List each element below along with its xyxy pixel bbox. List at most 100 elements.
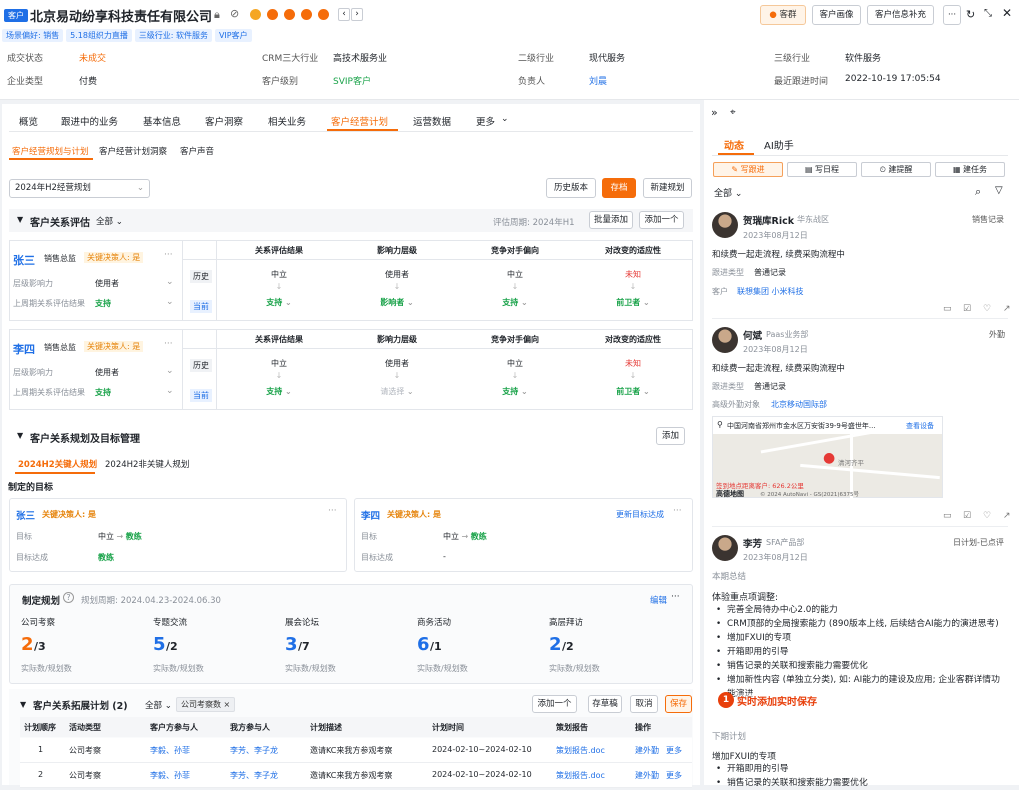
field-value[interactable]: 支持 — [95, 298, 111, 309]
table-cell[interactable]: 李毅、孙菲 — [150, 770, 190, 781]
mgmt-add-button[interactable]: 添加 — [656, 427, 685, 445]
cancel-button[interactable]: 取消 — [630, 695, 658, 713]
compress-icon[interactable]: ⤡ — [984, 8, 992, 19]
subtab-0[interactable]: 客户经营规划与计划 — [12, 145, 89, 157]
new-plan-button[interactable]: 新建规划 — [643, 178, 692, 198]
comment-icon[interactable]: ▭ — [943, 304, 952, 314]
tab-2[interactable]: 基本信息 — [143, 114, 181, 128]
more-icon[interactable]: ··· — [943, 5, 961, 25]
table-cell[interactable]: 李芳、李子龙 — [230, 770, 278, 781]
table-cell[interactable]: 策划报告.doc — [556, 745, 605, 756]
table-cell[interactable]: 李毅、孙菲 — [150, 745, 190, 756]
eval-filter[interactable]: 全部 ⌄ — [96, 215, 123, 227]
tab-ai-assistant[interactable]: AI助手 — [764, 137, 794, 152]
expand-add-button[interactable]: 添加一个 — [532, 695, 577, 713]
current-select[interactable]: 请选择 ⌄ — [357, 386, 437, 397]
share-icon[interactable] — [301, 9, 312, 20]
share-icon[interactable]: ↗ — [1003, 511, 1011, 521]
tab-activity[interactable]: 动态 — [724, 137, 744, 152]
current-select[interactable]: 前卫者 ⌄ — [593, 297, 673, 308]
refresh-icon[interactable]: ↻ — [966, 8, 975, 21]
tab-6[interactable]: 运营数据 — [413, 114, 451, 128]
like-icon[interactable]: ♡ — [983, 511, 991, 521]
avatar[interactable] — [712, 327, 738, 353]
current-select[interactable]: 支持 ⌄ — [475, 386, 555, 397]
coin-icon[interactable] — [318, 9, 329, 20]
current-select[interactable]: 支持 ⌄ — [475, 297, 555, 308]
search-icon[interactable]: ⌕ — [975, 185, 981, 199]
field-value[interactable]: 使用者 — [95, 367, 119, 378]
action-button-2[interactable]: ⏲ 建提醒 — [861, 162, 931, 177]
weibo-icon[interactable] — [267, 9, 278, 20]
location-icon[interactable] — [250, 9, 261, 20]
more-icon[interactable]: ··· — [164, 339, 173, 349]
tag-icon[interactable]: ⊘ — [230, 7, 239, 20]
field-value[interactable]: 使用者 — [95, 278, 119, 289]
tab-3[interactable]: 客户洞察 — [205, 114, 243, 128]
poster-name[interactable]: 李芳 — [743, 536, 762, 550]
action-button-1[interactable]: ▤ 写日程 — [787, 162, 857, 177]
funnel-icon[interactable]: ▽ — [995, 185, 1003, 196]
table-cell[interactable]: 策划报告.doc — [556, 770, 605, 781]
subtab-2[interactable]: 客户声音 — [180, 145, 214, 157]
poster-name[interactable]: 何斌 — [743, 328, 762, 342]
more-link[interactable]: 更多 — [666, 745, 682, 756]
filter-chip[interactable]: 公司考察数 × — [176, 697, 236, 712]
current-select[interactable]: 影响者 ⌄ — [357, 297, 437, 308]
collapse-icon[interactable]: ▼ — [20, 700, 26, 709]
field-value[interactable]: 支持 — [95, 387, 111, 398]
meta-value[interactable]: 联想集团 小米科技 — [737, 286, 804, 297]
tab-5[interactable]: 客户经营计划 — [331, 114, 388, 128]
tab-7[interactable]: 更多 — [476, 114, 495, 128]
add-one-button[interactable]: 添加一个 — [639, 211, 684, 229]
more-icon[interactable]: ··· — [671, 592, 680, 602]
poster-name[interactable]: 贺瑞库Rick — [743, 213, 794, 227]
goal-name[interactable]: 张三 — [16, 508, 35, 522]
action-button-0[interactable]: ✎ 写跟进 — [713, 162, 783, 177]
subtab-1[interactable]: 客户经营计划洞察 — [99, 145, 167, 157]
collapse-icon[interactable]: ▼ — [17, 215, 23, 224]
lock-icon[interactable]: 🔒︎ — [214, 8, 220, 22]
prev-arrow-icon[interactable]: ‹ — [338, 8, 350, 21]
collapse-icon[interactable]: ▼ — [17, 431, 23, 440]
current-select[interactable]: 支持 ⌄ — [239, 386, 319, 397]
batch-add-button[interactable]: 批量添加 — [589, 211, 633, 229]
tab-0[interactable]: 概览 — [19, 114, 38, 128]
customer-supplement-button[interactable]: 客户信息补充 — [867, 5, 934, 25]
person-name[interactable]: 李四 — [13, 341, 35, 357]
more-icon[interactable]: ··· — [164, 250, 173, 260]
customer-portrait-button[interactable]: 客户画像 — [812, 5, 861, 25]
archive-button[interactable]: 存档 — [602, 178, 636, 198]
view-device-link[interactable]: 查看设备 — [906, 421, 934, 431]
tab-nonkey-plan[interactable]: 2024H2非关键人规划 — [105, 458, 189, 470]
person-name[interactable]: 张三 — [13, 252, 35, 268]
pin-icon[interactable]: ⌖ — [730, 107, 736, 118]
help-icon[interactable]: ? — [63, 592, 74, 603]
meta-value[interactable]: 北京移动国际部 — [771, 399, 827, 410]
feed-filter[interactable]: 全部 ⌄ — [714, 186, 742, 199]
share-icon[interactable]: ↗ — [1003, 304, 1011, 314]
edit-icon[interactable]: ☑ — [963, 511, 971, 521]
create-field-visit-link[interactable]: 建外勤 — [635, 770, 659, 781]
goal-name[interactable]: 李四 — [361, 508, 380, 522]
plan-edit-link[interactable]: 编辑 — [650, 594, 667, 606]
current-select[interactable]: 支持 ⌄ — [239, 297, 319, 308]
current-select[interactable]: 前卫者 ⌄ — [593, 386, 673, 397]
edit-icon[interactable]: ☑ — [963, 304, 971, 314]
plan-select[interactable]: 2024年H2经营规划 ⌄ — [9, 179, 150, 198]
more-icon[interactable]: ··· — [673, 506, 682, 516]
double-chevron-icon[interactable]: » — [711, 106, 718, 119]
create-field-visit-link[interactable]: 建外勤 — [635, 745, 659, 756]
update-goal-link[interactable]: 更新目标达成 — [616, 509, 664, 520]
like-icon[interactable]: ♡ — [983, 304, 991, 314]
comment-icon[interactable]: ▭ — [943, 511, 952, 521]
tab-key-plan[interactable]: 2024H2关键人规划 — [18, 458, 97, 470]
action-button-3[interactable]: ▦ 建任务 — [935, 162, 1005, 177]
tab-1[interactable]: 跟进中的业务 — [61, 114, 118, 128]
close-icon[interactable]: ✕ — [1002, 6, 1012, 20]
avatar[interactable] — [712, 535, 738, 561]
expand-filter[interactable]: 全部 ⌄ — [145, 699, 172, 711]
more-icon[interactable]: ··· — [328, 506, 337, 516]
customer-group-button[interactable]: ● 客群 — [760, 5, 806, 25]
draft-button[interactable]: 存草稿 — [588, 695, 622, 713]
